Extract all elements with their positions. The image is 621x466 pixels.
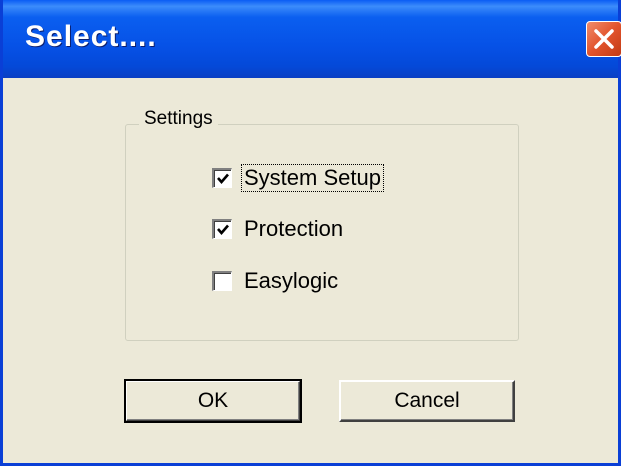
checkbox-easylogic[interactable]: Easylogic xyxy=(212,267,340,295)
checkbox-label[interactable]: Protection xyxy=(242,216,345,242)
window-title: Select.... xyxy=(25,20,157,53)
checkbox-box[interactable] xyxy=(212,271,232,291)
title-bar[interactable]: Select.... xyxy=(3,0,621,78)
checkbox-box[interactable] xyxy=(212,168,232,188)
checkbox-label[interactable]: Easylogic xyxy=(242,268,340,294)
select-dialog: Select.... Settings System Setup Protect… xyxy=(0,0,621,466)
checkmark-icon xyxy=(217,224,229,235)
close-button[interactable] xyxy=(586,21,621,57)
checkbox-label[interactable]: System Setup xyxy=(241,164,384,192)
ok-button[interactable]: OK xyxy=(124,379,302,423)
checkbox-box[interactable] xyxy=(212,219,232,239)
settings-group-label: Settings xyxy=(139,108,218,130)
close-icon xyxy=(594,29,614,49)
cancel-button[interactable]: Cancel xyxy=(339,380,515,422)
checkbox-protection[interactable]: Protection xyxy=(212,215,345,243)
checkbox-system-setup[interactable]: System Setup xyxy=(212,164,384,192)
checkmark-icon xyxy=(217,173,229,184)
